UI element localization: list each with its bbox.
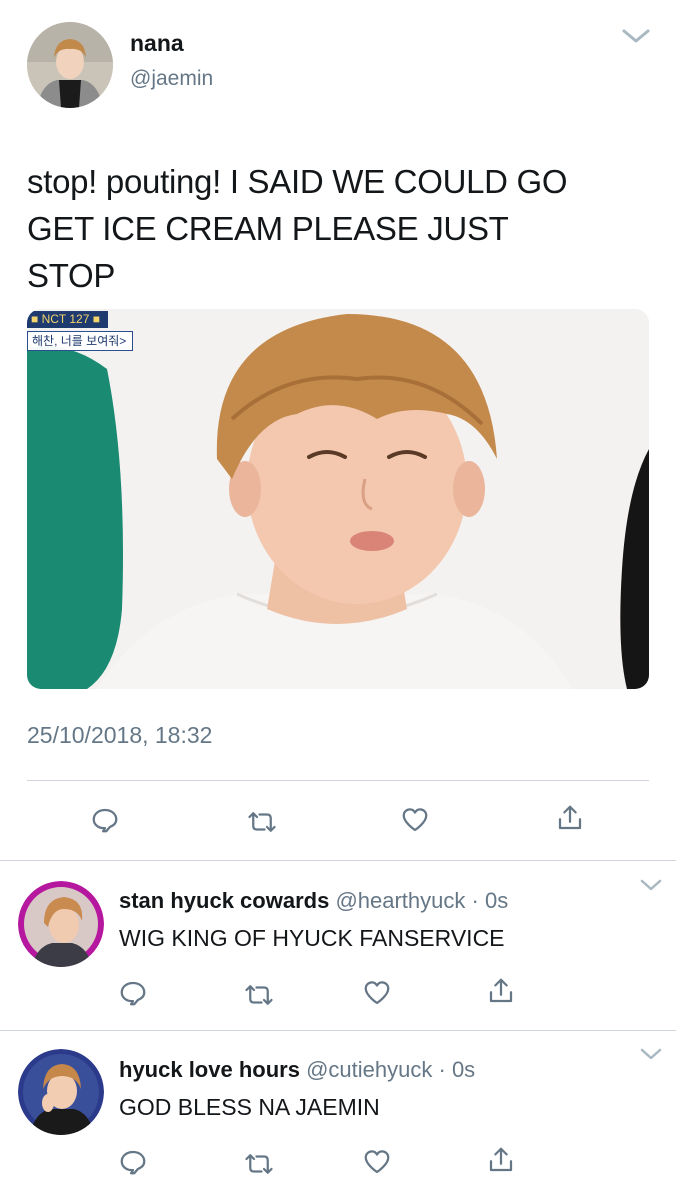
- user-handle[interactable]: @cutiehyuck: [306, 1057, 432, 1082]
- share-icon: [489, 1147, 513, 1172]
- like-button[interactable]: [398, 803, 432, 837]
- tweet-text-line: GET ICE CREAM PLEASE JUST: [27, 210, 509, 247]
- display-name[interactable]: stan hyuck cowards: [119, 888, 329, 913]
- media-badge: ■ NCT 127 ■: [27, 311, 108, 328]
- retweet-button[interactable]: [242, 978, 276, 1012]
- share-icon: [489, 978, 513, 1003]
- reply-text: WIG KING OF HYUCK FANSERVICE: [119, 925, 505, 951]
- reply-header: stan hyuck cowards @hearthyuck · 0s: [119, 888, 508, 914]
- like-icon: [364, 981, 390, 1005]
- timestamp[interactable]: 25/10/2018, 18:32: [27, 722, 212, 749]
- reply-button[interactable]: [116, 976, 150, 1010]
- reply-button[interactable]: [116, 1145, 150, 1179]
- reply-icon: [120, 1150, 146, 1175]
- divider: [27, 780, 649, 781]
- chevron-down-icon[interactable]: [620, 26, 652, 46]
- retweet-button[interactable]: [245, 805, 279, 839]
- tweet-text-line: STOP: [27, 257, 116, 294]
- separator-dot: ·: [438, 1057, 446, 1082]
- tweet-text: stop! pouting! I SAID WE COULD GO GET IC…: [27, 158, 652, 299]
- reply-button[interactable]: [88, 803, 122, 837]
- retweet-icon: [245, 1154, 273, 1174]
- reply-tweet[interactable]: stan hyuck cowards @hearthyuck · 0s WIG …: [0, 861, 676, 1029]
- chevron-down-icon[interactable]: [638, 1046, 664, 1062]
- avatar[interactable]: [18, 881, 104, 967]
- retweet-button[interactable]: [242, 1147, 276, 1181]
- retweet-icon: [245, 985, 273, 1005]
- like-icon: [402, 808, 428, 832]
- display-name[interactable]: hyuck love hours: [119, 1057, 300, 1082]
- retweet-icon: [248, 812, 276, 832]
- share-button[interactable]: [553, 801, 587, 835]
- avatar[interactable]: [27, 22, 113, 108]
- display-name[interactable]: nana: [130, 30, 184, 57]
- share-button[interactable]: [484, 974, 518, 1008]
- reply-icon: [120, 981, 146, 1006]
- media-caption: 해찬, 너를 보여줘>: [27, 331, 134, 351]
- like-button[interactable]: [360, 976, 394, 1010]
- user-handle[interactable]: @hearthyuck: [335, 888, 465, 913]
- reply-header: hyuck love hours @cutiehyuck · 0s: [119, 1057, 475, 1083]
- avatar[interactable]: [18, 1049, 104, 1135]
- share-icon: [558, 805, 582, 830]
- reply-time: 0s: [484, 888, 509, 913]
- main-tweet: nana @jaemin stop! pouting! I SAID WE CO…: [0, 0, 676, 860]
- share-button[interactable]: [484, 1143, 518, 1177]
- reply-tweet[interactable]: hyuck love hours @cutiehyuck · 0s GOD BL…: [0, 1031, 676, 1199]
- reply-time: 0s: [451, 1057, 476, 1082]
- tweet-media-image[interactable]: ■ NCT 127 ■ 해찬, 너를 보여줘>: [27, 309, 649, 689]
- tweet-text-line: stop! pouting! I SAID WE COULD GO: [27, 163, 568, 200]
- reply-text: GOD BLESS NA JAEMIN: [119, 1094, 380, 1120]
- like-button[interactable]: [360, 1145, 394, 1179]
- reply-icon: [92, 808, 118, 833]
- like-icon: [364, 1150, 390, 1174]
- separator-dot: ·: [471, 888, 479, 913]
- user-handle[interactable]: @jaemin: [130, 67, 213, 91]
- chevron-down-icon[interactable]: [638, 877, 664, 893]
